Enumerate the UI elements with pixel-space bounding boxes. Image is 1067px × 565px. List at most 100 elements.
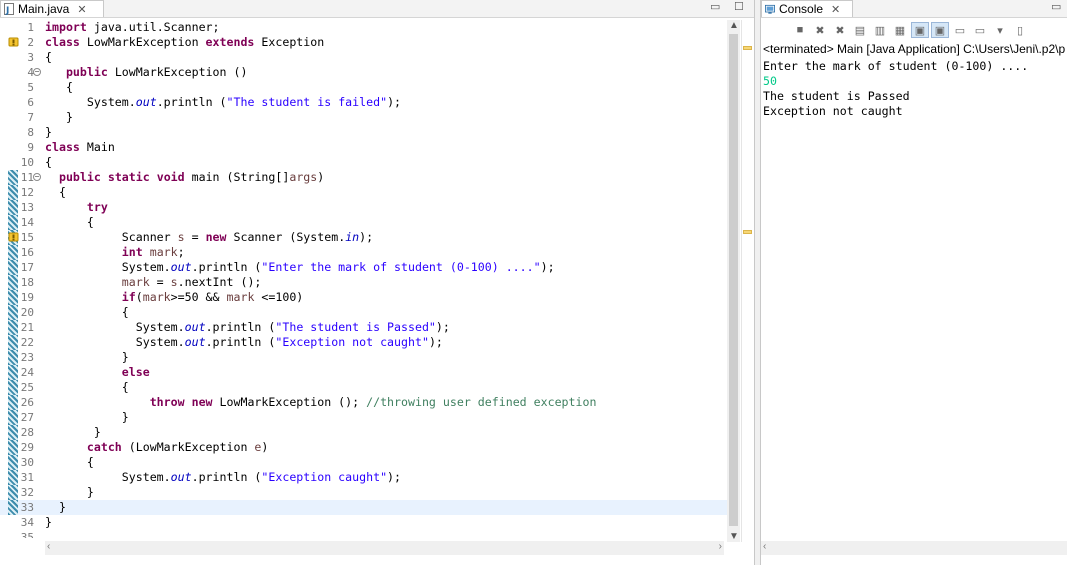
code-line[interactable]: 32 } bbox=[0, 485, 727, 500]
scroll-down-icon[interactable]: ▼ bbox=[729, 531, 739, 542]
fold-icon[interactable]: − bbox=[33, 173, 41, 181]
tab-label: Console bbox=[779, 2, 824, 16]
scroll-left-icon[interactable]: ‹ bbox=[47, 541, 50, 552]
line-number: 34 bbox=[20, 516, 34, 529]
console-tab-bar: Console ✕ ▭ bbox=[761, 0, 1067, 18]
tab-main-java[interactable]: J Main.java ✕ bbox=[0, 0, 104, 17]
warning-marker[interactable] bbox=[743, 230, 752, 234]
line-number: 35 bbox=[20, 531, 34, 538]
clear-console-icon[interactable]: ▤ bbox=[851, 22, 869, 38]
code-line[interactable]: 6 System.out.println ("The student is fa… bbox=[0, 95, 727, 110]
code-text: } bbox=[45, 350, 129, 364]
tab-console[interactable]: Console ✕ bbox=[761, 0, 853, 17]
show-stderr-icon[interactable]: ▣ bbox=[931, 22, 949, 38]
line-number: 11 bbox=[20, 171, 34, 184]
code-line[interactable]: 35 bbox=[0, 530, 727, 538]
code-line[interactable]: 24 else bbox=[0, 365, 727, 380]
line-number: 2 bbox=[27, 36, 34, 49]
scroll-up-icon[interactable]: ▲ bbox=[729, 20, 739, 31]
minimize-icon[interactable]: ▭ bbox=[710, 0, 720, 14]
code-line[interactable]: 20 { bbox=[0, 305, 727, 320]
fold-icon[interactable]: − bbox=[33, 68, 41, 76]
code-line[interactable]: 18 mark = s.nextInt (); bbox=[0, 275, 727, 290]
console-input-line: 50 bbox=[763, 74, 777, 88]
code-line[interactable]: 5 { bbox=[0, 80, 727, 95]
code-line[interactable]: 25 { bbox=[0, 380, 727, 395]
code-line[interactable]: 26 throw new LowMarkException (); //thro… bbox=[0, 395, 727, 410]
word-wrap-icon[interactable]: ▦ bbox=[891, 22, 909, 38]
code-text: System.out.println ("Enter the mark of s… bbox=[45, 260, 555, 274]
scroll-lock-icon[interactable]: ▥ bbox=[871, 22, 889, 38]
code-line[interactable]: 28 } bbox=[0, 425, 727, 440]
console-output-line: Enter the mark of student (0-100) .... bbox=[763, 59, 1029, 73]
code-text: { bbox=[45, 455, 94, 469]
code-line[interactable]: 31 System.out.println ("Exception caught… bbox=[0, 470, 727, 485]
code-line[interactable]: 2 class LowMarkException extends Exceptio… bbox=[0, 35, 727, 50]
remove-launch-icon[interactable]: ✖ bbox=[811, 22, 829, 38]
code-line[interactable]: 30 { bbox=[0, 455, 727, 470]
line-number: 22 bbox=[20, 336, 34, 349]
code-line[interactable]: 27 } bbox=[0, 410, 727, 425]
code-line[interactable]: 23 } bbox=[0, 350, 727, 365]
code-text: { bbox=[45, 185, 66, 199]
close-icon[interactable]: ✕ bbox=[77, 3, 86, 16]
chevron-down-icon[interactable]: ▾ bbox=[991, 22, 1009, 38]
code-text: System.out.println ("Exception not caugh… bbox=[45, 335, 443, 349]
code-line[interactable]: 11− public static void main (String[]arg… bbox=[0, 170, 727, 185]
code-line[interactable]: 1 import java.util.Scanner; bbox=[0, 20, 727, 35]
horizontal-scrollbar[interactable]: ‹ › bbox=[45, 541, 724, 555]
terminate-icon[interactable]: ■ bbox=[791, 22, 809, 38]
code-text: class Main bbox=[45, 140, 115, 154]
code-text: } bbox=[45, 485, 94, 499]
code-line[interactable]: 13 try bbox=[0, 200, 727, 215]
code-text: { bbox=[45, 305, 129, 319]
line-number: 17 bbox=[20, 261, 34, 274]
code-line[interactable]: 4− public LowMarkException () bbox=[0, 65, 727, 80]
warning-marker[interactable] bbox=[743, 46, 752, 50]
pin-console-icon[interactable]: ▭ bbox=[951, 22, 969, 38]
line-number: 14 bbox=[20, 216, 34, 229]
code-line[interactable]: 8} bbox=[0, 125, 727, 140]
scroll-right-icon[interactable]: › bbox=[719, 541, 722, 552]
code-text: mark = s.nextInt (); bbox=[121, 275, 262, 289]
console-horizontal-scrollbar[interactable]: ‹ bbox=[761, 541, 1067, 555]
console-status: <terminated> Main [Java Application] C:\… bbox=[763, 42, 1066, 56]
scrollbar-thumb[interactable] bbox=[729, 34, 738, 526]
code-text: public LowMarkException () bbox=[65, 65, 248, 79]
code-line[interactable]: 10 { bbox=[0, 155, 727, 170]
show-stdout-icon[interactable]: ▣ bbox=[911, 22, 929, 38]
code-line[interactable]: 12 { bbox=[0, 185, 727, 200]
line-number: 19 bbox=[20, 291, 34, 304]
code-text: catch (LowMarkException e) bbox=[86, 440, 269, 454]
console-output-line: The student is Passed bbox=[763, 89, 910, 103]
code-line[interactable]: 14 { bbox=[0, 215, 727, 230]
code-line[interactable]: 22 System.out.println ("Exception not ca… bbox=[0, 335, 727, 350]
code-line[interactable]: 7 } bbox=[0, 110, 727, 125]
code-text: try bbox=[86, 200, 108, 214]
code-line[interactable]: 34} bbox=[0, 515, 727, 530]
code-line[interactable]: 17 System.out.println ("Enter the mark o… bbox=[0, 260, 727, 275]
code-line[interactable]: 9 class Main bbox=[0, 140, 727, 155]
code-text: } bbox=[45, 500, 66, 514]
code-line[interactable]: 21 System.out.println ("The student is P… bbox=[0, 320, 727, 335]
line-number: 6 bbox=[27, 96, 34, 109]
code-line[interactable]: 19 if(mark>=50 && mark <=100) bbox=[0, 290, 727, 305]
vertical-scrollbar[interactable]: ▲ ▼ bbox=[727, 20, 740, 542]
code-text: } bbox=[45, 125, 52, 139]
code-editor[interactable]: 1 import java.util.Scanner; 2 class LowMark… bbox=[0, 20, 727, 538]
console-icon bbox=[765, 3, 775, 15]
scroll-left-icon[interactable]: ‹ bbox=[763, 541, 766, 552]
code-line[interactable]: 16 int mark; bbox=[0, 245, 727, 260]
open-console-icon[interactable]: ▯ bbox=[1011, 22, 1029, 38]
close-icon[interactable]: ✕ bbox=[831, 3, 840, 16]
code-text: throw new LowMarkException (); //throwin… bbox=[149, 395, 597, 409]
maximize-icon[interactable]: ☐ bbox=[734, 0, 744, 14]
code-line[interactable]: 15 Scanner s = new Scanner (System.in); bbox=[0, 230, 727, 245]
minimize-icon[interactable]: ▭ bbox=[1051, 0, 1061, 14]
remove-all-icon[interactable]: ✖ bbox=[831, 22, 849, 38]
code-line[interactable]: 33 } bbox=[0, 500, 727, 515]
display-console-icon[interactable]: ▭ bbox=[971, 22, 989, 38]
code-line[interactable]: 3{ bbox=[0, 50, 727, 65]
overview-ruler[interactable] bbox=[741, 20, 754, 542]
code-line[interactable]: 29 catch (LowMarkException e) bbox=[0, 440, 727, 455]
